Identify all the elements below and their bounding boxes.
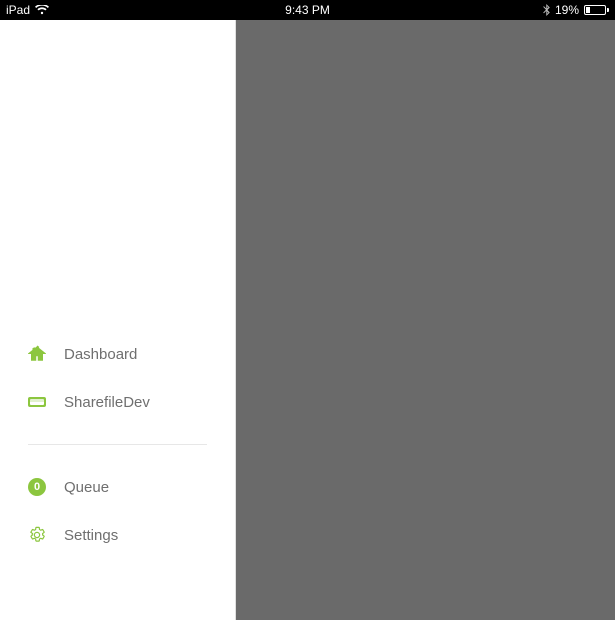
sidebar-item-queue[interactable]: 0 Queue bbox=[28, 463, 207, 511]
menu-group-1: Dashboard SharefileDev bbox=[0, 330, 235, 426]
sidebar-item-label: Queue bbox=[64, 479, 109, 496]
sidebar: Dashboard SharefileDev 0 Queu bbox=[0, 20, 236, 620]
sidebar-item-label: Dashboard bbox=[64, 346, 137, 363]
queue-badge-icon: 0 bbox=[28, 478, 46, 496]
device-label: iPad bbox=[6, 3, 30, 17]
gear-icon bbox=[28, 526, 46, 544]
menu-group-2: 0 Queue Settings bbox=[0, 463, 235, 559]
home-icon bbox=[28, 345, 46, 363]
sidebar-item-dashboard[interactable]: Dashboard bbox=[28, 330, 207, 378]
battery-icon bbox=[584, 5, 609, 15]
status-bar: iPad 9:43 PM 19% bbox=[0, 0, 615, 20]
sidebar-item-label: SharefileDev bbox=[64, 394, 150, 411]
status-time: 9:43 PM bbox=[285, 3, 330, 17]
bluetooth-icon bbox=[543, 4, 550, 16]
sidebar-item-label: Settings bbox=[64, 527, 118, 544]
sidebar-item-settings[interactable]: Settings bbox=[28, 511, 207, 559]
storage-icon bbox=[28, 393, 46, 411]
battery-percent: 19% bbox=[555, 3, 579, 17]
status-left: iPad bbox=[6, 3, 49, 17]
wifi-icon bbox=[35, 5, 49, 15]
sidebar-item-sharefiledev[interactable]: SharefileDev bbox=[28, 378, 207, 426]
sidebar-divider bbox=[28, 444, 207, 445]
status-right: 19% bbox=[543, 3, 609, 17]
content-area bbox=[236, 20, 615, 620]
badge-count: 0 bbox=[28, 478, 46, 496]
app-area: Dashboard SharefileDev 0 Queu bbox=[0, 20, 615, 620]
